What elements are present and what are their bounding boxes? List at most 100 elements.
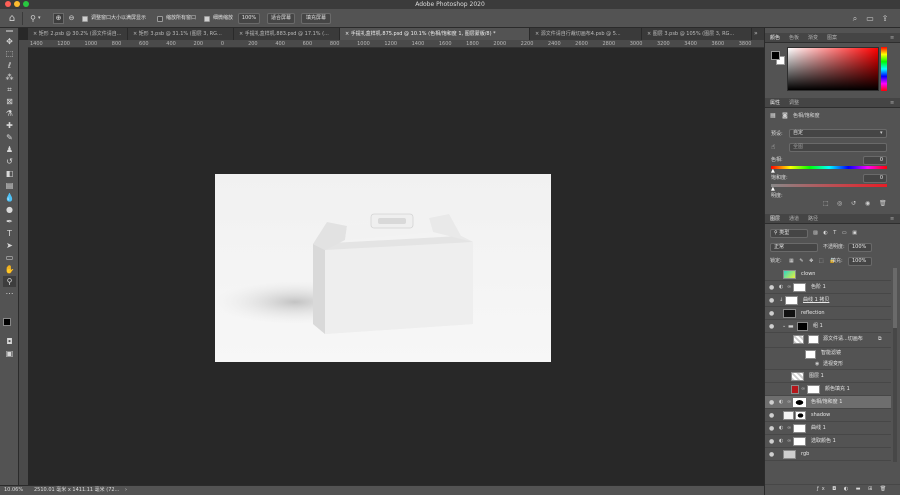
link-icon[interactable]: ∞ xyxy=(787,425,791,432)
fit-screen-button[interactable]: 适合屏幕 xyxy=(267,13,295,24)
tab-properties[interactable]: 属性 xyxy=(770,98,780,108)
chevron-down-icon[interactable]: ▾ xyxy=(880,130,883,137)
document-tab[interactable]: × 手提礼盒样机.883.psd @ 17.1% (... xyxy=(234,28,340,40)
scrollbar-thumb[interactable] xyxy=(893,268,897,328)
zoom-in-icon[interactable]: ⊕ xyxy=(53,13,64,24)
chevron-down-icon[interactable]: ⌄ xyxy=(782,323,786,330)
close-icon[interactable]: × xyxy=(239,31,243,37)
smart-filter-item-row[interactable]: ◉ 透视变形 xyxy=(765,360,891,370)
chevron-right-icon[interactable]: › xyxy=(125,487,127,494)
mask-icon[interactable]: ◙ xyxy=(782,112,788,120)
delete-icon[interactable]: 🗑 xyxy=(879,200,887,208)
layer-row-selected[interactable]: ● ◐ ∞ 色相/饱和度 1 xyxy=(765,396,891,409)
home-icon[interactable]: ⌂ xyxy=(5,12,19,25)
layer-row[interactable]: ● ↓ 曲线 1 拷贝 xyxy=(765,294,891,307)
eyedropper-tool-icon[interactable]: ⚗ xyxy=(3,108,16,119)
layer-group-row[interactable]: ● ⌄ ▬ 组 1 xyxy=(765,320,891,333)
tab-patterns[interactable]: 图案 xyxy=(827,33,837,43)
layer-row[interactable]: ∞ 颜色填充 1 xyxy=(765,383,891,396)
link-icon[interactable]: ∞ xyxy=(787,399,791,406)
document-tab-active[interactable]: × 手提礼盒样机.875.psd @ 10.1% (色相/饱和度 1, 图层蒙版… xyxy=(340,28,530,40)
layers-scrollbar[interactable] xyxy=(893,268,897,462)
tab-layers[interactable]: 图层 xyxy=(770,214,780,224)
fill-field[interactable]: 100% xyxy=(848,257,872,266)
history-brush-tool-icon[interactable]: ↺ xyxy=(3,156,16,167)
tab-adjustments[interactable]: 调整 xyxy=(789,98,799,108)
magic-wand-tool-icon[interactable]: ⁂ xyxy=(3,72,16,83)
hue-slider-handle[interactable]: ▲ xyxy=(771,169,775,174)
marquee-tool-icon[interactable]: ⬚ xyxy=(3,48,16,59)
layer-row[interactable]: clown xyxy=(765,268,891,281)
tab-color[interactable]: 颜色 xyxy=(770,33,780,43)
layer-row[interactable]: ● ◐ ∞ 曲线 1 xyxy=(765,422,891,435)
tab-channels[interactable]: 通道 xyxy=(789,214,799,224)
panel-menu-icon[interactable]: ≡ xyxy=(890,98,894,108)
close-icon[interactable]: × xyxy=(345,31,349,37)
more-tools-icon[interactable]: ⋯ xyxy=(3,288,16,299)
blend-mode-select[interactable]: 正常 xyxy=(770,243,818,252)
document-canvas[interactable] xyxy=(215,174,551,362)
link-icon[interactable]: ∞ xyxy=(787,438,791,445)
hue-value-field[interactable]: 0 xyxy=(863,156,887,165)
zoom-tool-icon[interactable]: ⚲ xyxy=(3,276,16,287)
search-icon[interactable]: ⌕ xyxy=(850,13,860,24)
visibility-eye-icon[interactable]: ● xyxy=(769,284,774,291)
layer-row[interactable]: ● ◐ ∞ 选取颜色 1 xyxy=(765,435,891,448)
screen-mode-icon[interactable]: ▣ xyxy=(3,348,16,359)
visibility-eye-icon[interactable]: ◉ xyxy=(865,200,870,208)
lasso-tool-icon[interactable]: ℓ xyxy=(3,60,16,71)
layer-footer-icons[interactable]: ƒx ◘ ◐ ▬ ⊞ 🗑 xyxy=(817,486,889,493)
foreground-color-swatch[interactable] xyxy=(3,318,11,326)
link-icon[interactable]: ∞ xyxy=(801,386,805,393)
visibility-eye-icon[interactable]: ● xyxy=(769,451,774,458)
hand-tool-icon[interactable]: ✋ xyxy=(3,264,16,275)
tab-gradients[interactable]: 渐变 xyxy=(808,33,818,43)
pen-tool-icon[interactable]: ✒ xyxy=(3,216,16,227)
close-icon[interactable]: × xyxy=(33,31,37,37)
share-icon[interactable]: ⇪ xyxy=(880,13,890,24)
clone-stamp-tool-icon[interactable]: ♟ xyxy=(3,144,16,155)
view-previous-icon[interactable]: ◎ xyxy=(837,200,842,208)
channel-select[interactable]: 全图 xyxy=(789,143,887,152)
reset-icon[interactable]: ↺ xyxy=(851,200,856,208)
move-tool-icon[interactable]: ✥ xyxy=(3,36,16,47)
frame-tool-icon[interactable]: ⊠ xyxy=(3,96,16,107)
close-icon[interactable]: × xyxy=(133,31,137,37)
panel-menu-icon[interactable]: ≡ xyxy=(890,214,894,224)
resize-windows-checkbox[interactable] xyxy=(82,16,88,22)
close-icon[interactable]: × xyxy=(647,31,651,37)
foreground-color-chip[interactable] xyxy=(771,51,780,60)
fill-screen-button[interactable]: 填充屏幕 xyxy=(301,13,331,24)
blur-tool-icon[interactable]: 💧 xyxy=(3,192,16,203)
rectangle-tool-icon[interactable]: ▭ xyxy=(3,252,16,263)
visibility-eye-icon[interactable]: ● xyxy=(769,438,774,445)
zoom-tool-icon[interactable]: ⚲ xyxy=(28,13,38,24)
panel-menu-icon[interactable]: ≡ xyxy=(890,33,894,43)
document-tab[interactable]: × 图层 3.psb @ 105% (图层 3, RG... xyxy=(642,28,752,40)
layer-row[interactable]: ● reflection xyxy=(765,307,891,320)
visibility-eye-icon[interactable]: ● xyxy=(769,412,774,419)
visibility-eye-icon[interactable]: ● xyxy=(769,297,774,304)
hue-slider[interactable] xyxy=(881,47,887,91)
layers-list[interactable]: clown ● ◐ ∞ 色阶 1 ● ↓ 曲线 1 拷贝 ● reflectio… xyxy=(765,268,893,462)
layer-row[interactable]: 源文件请...切画布 ⧉ xyxy=(765,333,891,348)
type-tool-icon[interactable]: T xyxy=(3,228,16,239)
gradient-tool-icon[interactable]: ▤ xyxy=(3,180,16,191)
zoom-all-windows-checkbox[interactable] xyxy=(157,16,163,22)
visibility-eye-icon[interactable]: ● xyxy=(769,399,774,406)
layer-filter-icons[interactable]: ▨ ◐ T ▭ ▣ xyxy=(813,230,859,237)
layer-row[interactable]: ● shadow xyxy=(765,409,891,422)
more-tabs-icon[interactable]: » xyxy=(754,28,758,40)
saturation-slider-handle[interactable]: ▲ xyxy=(771,187,775,192)
layer-row[interactable]: ● ◐ ∞ 色阶 1 xyxy=(765,281,891,294)
path-selection-tool-icon[interactable]: ➤ xyxy=(3,240,16,251)
chevron-down-icon[interactable]: ▾ xyxy=(38,15,41,22)
visibility-eye-icon[interactable]: ● xyxy=(769,323,774,330)
saturation-value-field[interactable]: 0 xyxy=(863,174,887,183)
preset-select[interactable]: 自定 xyxy=(789,129,887,138)
opacity-field[interactable]: 100% xyxy=(848,243,872,252)
color-picker-field[interactable] xyxy=(787,47,879,91)
layer-row[interactable]: 图层 1 xyxy=(765,370,891,383)
link-icon[interactable]: ∞ xyxy=(787,284,791,291)
eraser-tool-icon[interactable]: ◧ xyxy=(3,168,16,179)
